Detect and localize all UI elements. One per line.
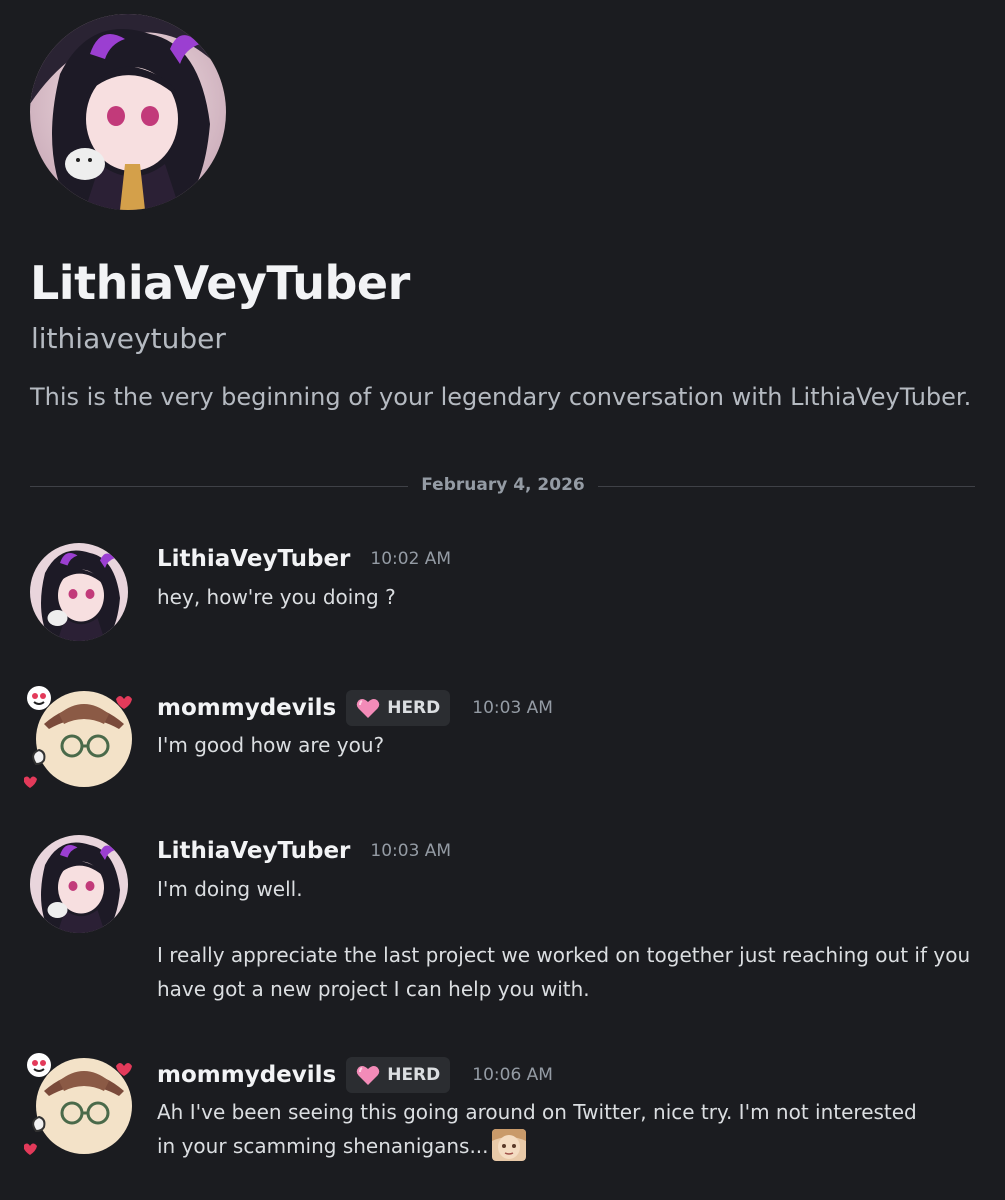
message-timestamp[interactable]: 10:02 AM (370, 549, 451, 569)
badge-label: HERD (387, 1065, 441, 1085)
message-timestamp[interactable]: 10:03 AM (472, 698, 553, 718)
message-timestamp[interactable]: 10:06 AM (472, 1065, 553, 1085)
date-divider: February 4, 2026 (30, 470, 975, 502)
profile-display-name: LithiaVeyTuber (30, 256, 410, 310)
divider-line-right (598, 486, 975, 487)
conversation-intro-text: This is the very beginning of your legen… (30, 383, 972, 411)
profile-username: lithiaveytuber (31, 322, 226, 355)
message-content: I'm doing well. I really appreciate the … (157, 872, 987, 1006)
avatar[interactable] (30, 543, 128, 641)
message-text: Ah I've been seeing this going around on… (157, 1100, 917, 1158)
message-author[interactable]: LithiaVeyTuber (157, 546, 350, 572)
message-text: hey, how're you doing ? (157, 585, 396, 609)
message-content: I'm good how are you? (157, 728, 987, 762)
custom-emoji-icon[interactable] (491, 1129, 526, 1161)
pink-heart-icon (356, 699, 380, 718)
avatar[interactable] (23, 1051, 134, 1161)
divider-line-left (30, 486, 408, 487)
message-author[interactable]: mommydevils (157, 695, 336, 721)
pink-heart-icon (356, 1066, 380, 1085)
message-text: I really appreciate the last project we … (157, 943, 971, 1001)
message-text: I'm doing well. (157, 877, 303, 901)
divider-date: February 4, 2026 (421, 475, 585, 495)
message-content: Ah I've been seeing this going around on… (157, 1095, 937, 1163)
avatar[interactable] (30, 835, 128, 933)
message-author[interactable]: LithiaVeyTuber (157, 838, 350, 864)
message-content: hey, how're you doing ? (157, 580, 987, 614)
avatar[interactable] (23, 684, 134, 794)
message-text: I'm good how are you? (157, 733, 385, 757)
profile-avatar[interactable] (30, 14, 226, 210)
message-timestamp[interactable]: 10:03 AM (370, 841, 451, 861)
badge-label: HERD (387, 698, 441, 718)
role-badge[interactable]: HERD (346, 1057, 451, 1093)
role-badge[interactable]: HERD (346, 690, 451, 726)
message-author[interactable]: mommydevils (157, 1062, 336, 1088)
